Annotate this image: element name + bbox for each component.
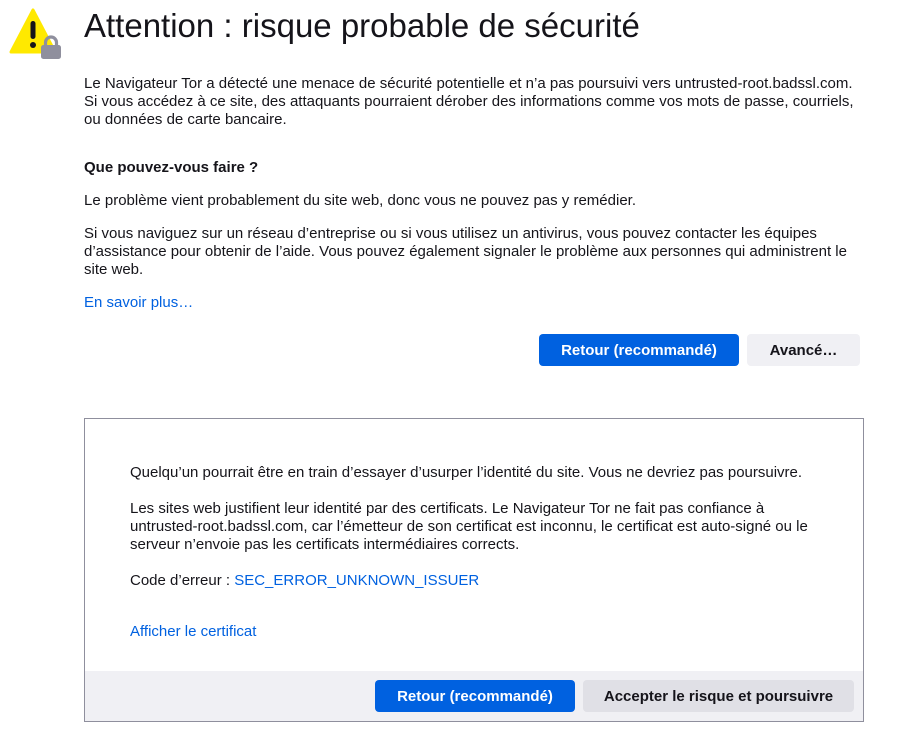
view-certificate-link[interactable]: Afficher le certificat <box>130 623 256 641</box>
impersonation-warning-text: Quelqu’un pourrait être en train d’essay… <box>130 464 803 481</box>
what-can-you-do-heading: Que pouvez-vous faire ? <box>84 159 259 176</box>
site-problem-text: Le problème vient probablement du site w… <box>84 192 636 209</box>
error-code-label: Code d’erreur : <box>130 572 235 589</box>
page-title: Attention : risque probable de sécurité <box>84 7 640 44</box>
advanced-button[interactable]: Avancé… <box>747 334 860 366</box>
advanced-panel: Quelqu’un pourrait être en train d’essay… <box>84 418 864 722</box>
error-code-link[interactable]: SEC_ERROR_UNKNOWN_ISSUER <box>234 572 479 589</box>
exclamation-dot <box>30 42 36 48</box>
error-code-line: Code d’erreur : SEC_ERROR_UNKNOWN_ISSUER <box>130 572 830 590</box>
accept-risk-button[interactable]: Accepter le risque et poursuivre <box>583 680 854 712</box>
certificate-explanation-text: Les sites web justifient leur identité p… <box>130 500 808 553</box>
advanced-panel-footer: Retour (recommandé) Accepter le risque e… <box>85 671 863 721</box>
panel-back-recommended-button[interactable]: Retour (recommandé) <box>375 680 575 712</box>
network-help-text: Si vous naviguez sur un réseau d’entrepr… <box>84 225 847 278</box>
lock-body <box>41 45 61 59</box>
back-recommended-button[interactable]: Retour (recommandé) <box>539 334 739 366</box>
exclamation-bar <box>30 21 36 39</box>
intro-text: Le Navigateur Tor a détecté une menace d… <box>84 75 854 128</box>
learn-more-link[interactable]: En savoir plus… <box>84 294 193 312</box>
warning-lock-icon <box>9 8 61 59</box>
